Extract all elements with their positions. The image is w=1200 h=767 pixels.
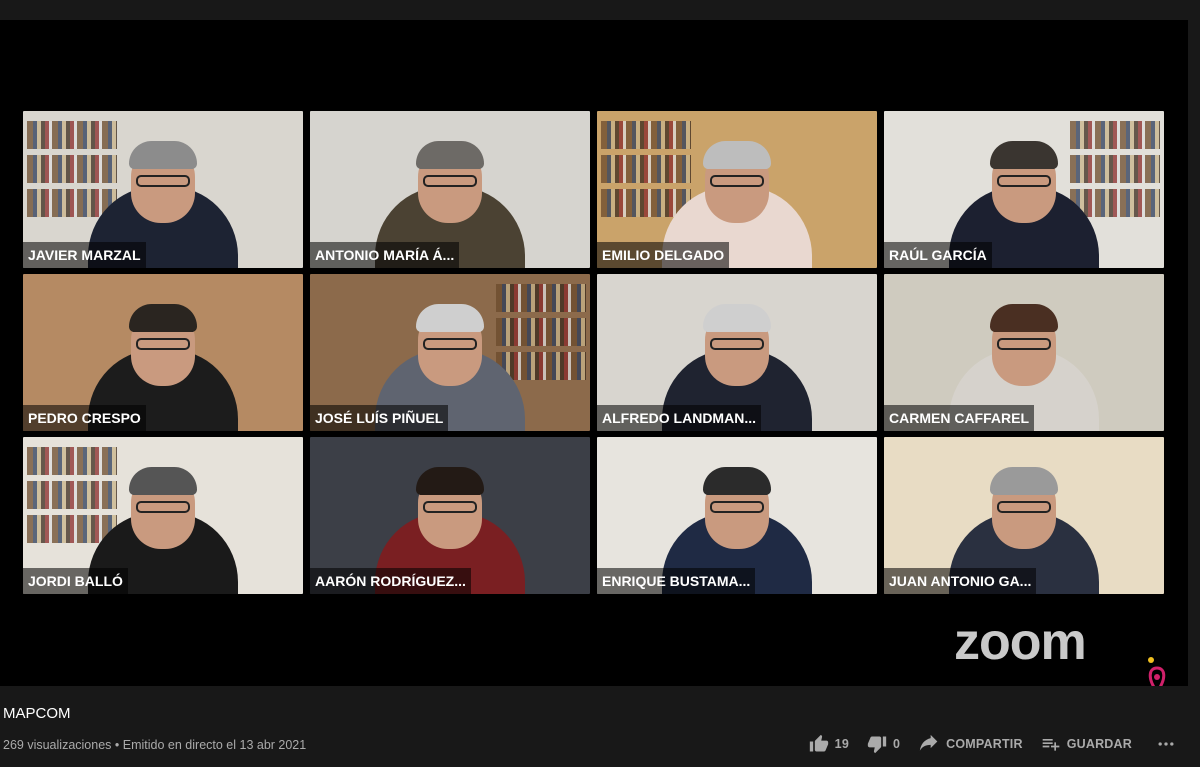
participant-hair xyxy=(703,467,771,495)
participant-name: AARÓN RODRÍGUEZ... xyxy=(310,568,471,594)
participant-hair xyxy=(990,467,1058,495)
stream-date: Emitido en directo el 13 abr 2021 xyxy=(122,738,307,752)
meta-separator: • xyxy=(114,738,120,752)
participant-tile[interactable]: JORDI BALLÓ xyxy=(23,437,303,594)
view-count: 269 visualizaciones xyxy=(3,738,112,752)
glasses xyxy=(997,338,1051,350)
youtube-watch-page: JAVIER MARZAL ANTONIO MARÍA Á... EMILIO DE… xyxy=(0,0,1200,767)
participant-name: ANTONIO MARÍA Á... xyxy=(310,242,460,268)
participant-hair xyxy=(416,141,484,169)
video-info: MAPCOM 269 visualizaciones • Emitido en … xyxy=(0,686,1200,767)
bookshelf-row xyxy=(27,155,117,183)
zoom-gallery-grid: JAVIER MARZAL ANTONIO MARÍA Á... EMILIO DE… xyxy=(23,111,1165,594)
action-bar: 19 0 COMPARTIR GUARDAR xyxy=(797,734,1182,754)
like-button[interactable]: 19 xyxy=(809,734,849,754)
glasses xyxy=(136,501,190,513)
participant-tile[interactable]: JUAN ANTONIO GA... xyxy=(884,437,1164,594)
video-title: MAPCOM xyxy=(3,705,71,722)
participant-name: RAÚL GARCÍA xyxy=(884,242,992,268)
participant-tile[interactable]: CARMEN CAFFAREL xyxy=(884,274,1164,431)
glasses xyxy=(710,175,764,187)
dislike-button[interactable]: 0 xyxy=(867,734,900,754)
participant-hair xyxy=(990,304,1058,332)
participant-name: JOSÉ LUÍS PIÑUEL xyxy=(310,405,449,431)
participant-name: CARMEN CAFFAREL xyxy=(884,405,1034,431)
glasses xyxy=(136,175,190,187)
bookshelf-row xyxy=(27,481,117,509)
share-button[interactable]: COMPARTIR xyxy=(918,734,1023,754)
save-button[interactable]: GUARDAR xyxy=(1041,734,1132,754)
dislike-count: 0 xyxy=(892,737,901,751)
participant-hair xyxy=(990,141,1058,169)
participant-name: EMILIO DELGADO xyxy=(597,242,730,268)
participant-name: JORDI BALLÓ xyxy=(23,568,128,594)
participant-hair xyxy=(703,304,771,332)
participant-tile[interactable]: RAÚL GARCÍA xyxy=(884,111,1164,268)
bookshelf-row xyxy=(1070,155,1160,183)
participant-tile[interactable]: AARÓN RODRÍGUEZ... xyxy=(310,437,590,594)
playlist-add-icon xyxy=(1042,739,1060,751)
participant-tile[interactable]: PEDRO CRESPO xyxy=(23,274,303,431)
bookshelf-row xyxy=(27,447,117,475)
bookshelf-row xyxy=(27,121,117,149)
save-label: GUARDAR xyxy=(1066,737,1132,751)
participant-hair xyxy=(703,141,771,169)
bookshelf-row xyxy=(601,121,691,149)
thumbs-down-icon xyxy=(867,736,887,754)
glasses xyxy=(423,501,477,513)
glasses xyxy=(423,338,477,350)
participant-name: ALFREDO LANDMAN... xyxy=(597,405,761,431)
participant-name: JAVIER MARZAL xyxy=(23,242,146,268)
bookshelf-row xyxy=(601,155,691,183)
participant-name: JUAN ANTONIO GA... xyxy=(884,568,1037,594)
zoom-logo: zoom xyxy=(954,613,1087,671)
video-meta: 269 visualizaciones • Emitido en directo… xyxy=(3,738,306,752)
participant-tile[interactable]: JAVIER MARZAL xyxy=(23,111,303,268)
more-horizontal-icon xyxy=(1158,742,1174,746)
participant-name: PEDRO CRESPO xyxy=(23,405,146,431)
participant-tile[interactable]: ENRIQUE BUSTAMA... xyxy=(597,437,877,594)
bookshelf-row xyxy=(1070,121,1160,149)
participant-tile[interactable]: JOSÉ LUÍS PIÑUEL xyxy=(310,274,590,431)
thumbs-up-icon xyxy=(809,734,828,752)
video-player[interactable]: JAVIER MARZAL ANTONIO MARÍA Á... EMILIO DE… xyxy=(0,20,1188,694)
participant-hair xyxy=(129,141,197,169)
bookshelf-row xyxy=(496,284,586,312)
share-arrow-icon xyxy=(919,734,938,751)
participant-name: ENRIQUE BUSTAMA... xyxy=(597,568,756,594)
glasses xyxy=(710,501,764,513)
share-label: COMPARTIR xyxy=(946,737,1023,751)
participant-hair xyxy=(129,304,197,332)
glasses xyxy=(136,338,190,350)
participant-hair xyxy=(129,467,197,495)
participant-tile[interactable]: EMILIO DELGADO xyxy=(597,111,877,268)
glasses xyxy=(423,175,477,187)
glasses xyxy=(997,501,1051,513)
glasses xyxy=(997,175,1051,187)
more-actions-button[interactable] xyxy=(1156,734,1182,754)
participant-tile[interactable]: ALFREDO LANDMAN... xyxy=(597,274,877,431)
like-count: 19 xyxy=(834,737,849,751)
participant-tile[interactable]: ANTONIO MARÍA Á... xyxy=(310,111,590,268)
participant-hair xyxy=(416,467,484,495)
participant-hair xyxy=(416,304,484,332)
glasses xyxy=(710,338,764,350)
bookshelf-row xyxy=(496,318,586,346)
